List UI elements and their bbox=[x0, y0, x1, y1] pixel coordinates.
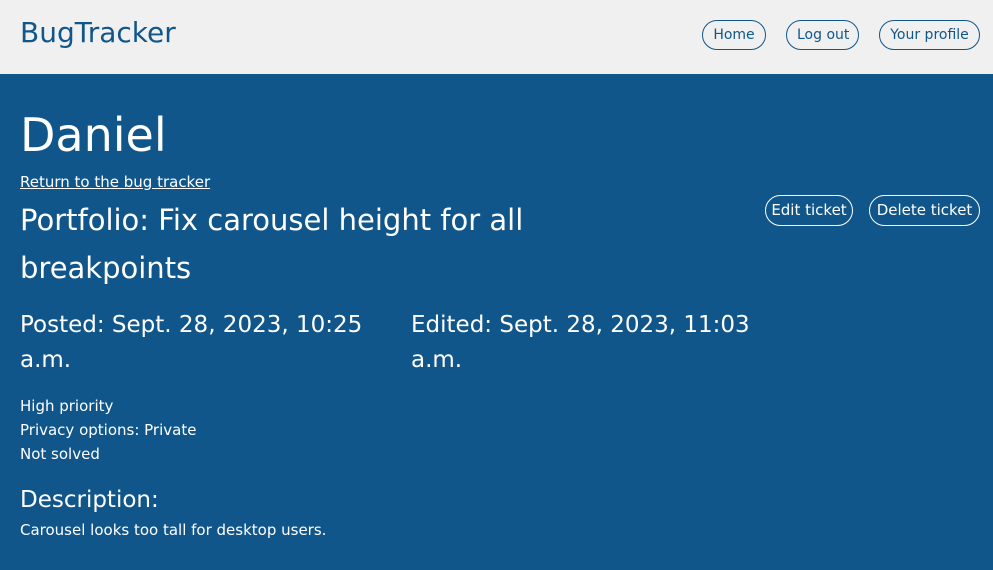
delete-ticket-button[interactable]: Delete ticket bbox=[869, 195, 980, 226]
site-header: BugTracker Home Log out Your profile bbox=[0, 0, 993, 74]
privacy-label: Privacy options: Private bbox=[20, 421, 197, 439]
posted-date: Posted: Sept. 28, 2023, 10:25 a.m. bbox=[20, 312, 363, 373]
user-name-heading: Daniel bbox=[20, 108, 167, 162]
description-text: Carousel looks too tall for desktop user… bbox=[20, 521, 327, 539]
description-heading: Description: bbox=[20, 487, 159, 513]
brand-logo-link[interactable]: BugTracker bbox=[20, 15, 176, 51]
profile-button[interactable]: Your profile bbox=[879, 20, 980, 50]
edited-date: Edited: Sept. 28, 2023, 11:03 a.m. bbox=[411, 312, 750, 373]
priority-label: High priority bbox=[20, 397, 114, 415]
logout-button[interactable]: Log out bbox=[786, 20, 859, 50]
home-button[interactable]: Home bbox=[702, 20, 766, 50]
ticket-title: Portfolio: Fix carousel height for all b… bbox=[20, 203, 524, 285]
status-label: Not solved bbox=[20, 445, 100, 463]
return-to-tracker-link[interactable]: Return to the bug tracker bbox=[20, 172, 210, 192]
edit-ticket-button[interactable]: Edit ticket bbox=[765, 195, 853, 226]
